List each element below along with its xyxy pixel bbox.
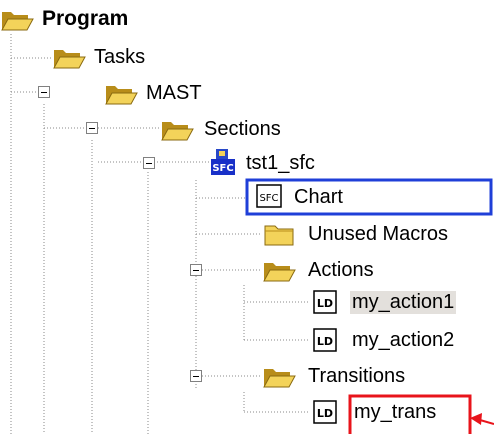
folder-open-icon xyxy=(105,86,138,105)
tree-item-program[interactable]: Program xyxy=(0,4,128,34)
ld-icon: LD xyxy=(313,328,337,352)
tree-item-unused-macros[interactable]: Unused Macros xyxy=(262,219,448,249)
sections-collapse-toggle[interactable] xyxy=(86,122,98,134)
folder-open-icon xyxy=(263,369,296,388)
tree-item-chart[interactable]: SFC Chart xyxy=(256,182,343,212)
folder-open-icon xyxy=(1,12,34,31)
folder-open-icon xyxy=(53,50,86,69)
ld-badge-text: LD xyxy=(317,297,333,310)
sfc-badge-text: SFC xyxy=(212,163,233,174)
tree-item-label: Chart xyxy=(294,185,343,208)
tree-item-actions[interactable]: Actions xyxy=(262,255,374,285)
tree-item-tasks[interactable]: Tasks xyxy=(52,42,145,72)
tree-item-label: my_action1 xyxy=(350,290,457,314)
tree-item-label: my_action2 xyxy=(352,328,455,351)
tree-item-label: Actions xyxy=(308,258,374,281)
tree-item-label: Unused Macros xyxy=(308,222,449,245)
tree-item-mast[interactable]: MAST xyxy=(104,78,202,108)
ld-badge-text: LD xyxy=(317,407,333,420)
tree-item-label: Program xyxy=(42,7,129,30)
tree-item-sections[interactable]: Sections xyxy=(160,114,281,144)
tree-item-label: Tasks xyxy=(94,45,146,68)
folder-open-icon xyxy=(161,122,194,141)
tree-item-transitions[interactable]: Transitions xyxy=(262,361,405,391)
tree-item-label: my_trans xyxy=(354,400,437,423)
mast-collapse-toggle[interactable] xyxy=(38,86,50,98)
tree-item-label: Sections xyxy=(204,117,281,140)
sfc-section-icon: SFC xyxy=(211,149,235,175)
tree-item-my-trans[interactable]: LD my_trans xyxy=(312,397,436,427)
folder-closed-icon xyxy=(264,225,294,246)
sfc-chart-badge-text: SFC xyxy=(259,193,278,204)
red-arrow-icon xyxy=(470,413,494,425)
tree-item-my-action1[interactable]: LD my_action1 xyxy=(312,287,457,317)
tree-item-label: tst1_sfc xyxy=(246,151,315,174)
ld-icon: LD xyxy=(313,290,337,314)
folder-open-icon xyxy=(263,263,296,282)
sfc-chart-icon: SFC xyxy=(256,184,282,208)
tree-item-label: Transitions xyxy=(308,364,406,387)
tst1-sfc-collapse-toggle[interactable] xyxy=(143,157,155,169)
ld-icon: LD xyxy=(313,400,337,424)
tree-item-label: MAST xyxy=(146,81,202,104)
ld-badge-text: LD xyxy=(317,335,333,348)
actions-collapse-toggle[interactable] xyxy=(190,264,202,276)
tree-item-my-action2[interactable]: LD my_action2 xyxy=(312,325,454,355)
tree-item-tst1-sfc[interactable]: SFC tst1_sfc xyxy=(210,148,315,178)
transitions-collapse-toggle[interactable] xyxy=(190,370,202,382)
